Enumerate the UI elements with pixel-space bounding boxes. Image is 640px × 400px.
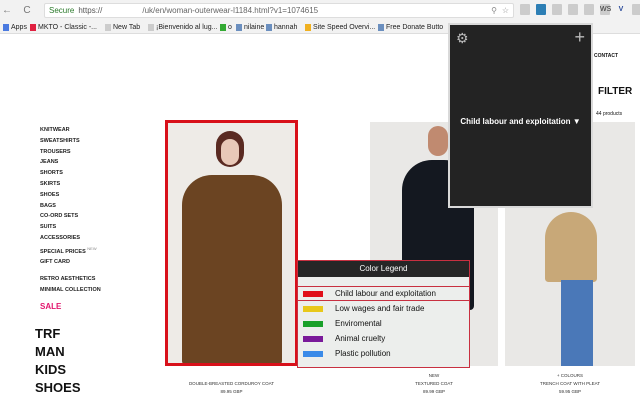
back-icon[interactable]: ← [0, 5, 14, 16]
bookmark[interactable]: ¡Bienvenido al lug... [148, 23, 217, 32]
nav-skirts[interactable]: SKIRTS [40, 179, 101, 190]
nav-accessories[interactable]: ACCESSORIES [40, 233, 101, 244]
contact-link[interactable]: CONTACT [594, 53, 618, 59]
product-caption-1[interactable]: DOUBLE-BREASTED CORDUROY COAT 89.95 GBP [165, 380, 298, 396]
category-dropdown[interactable]: Child labour and exploitation ▼ [450, 117, 591, 126]
browser-toolbar: ← C Secure https:// /uk/en/woman-outerwe… [0, 0, 640, 21]
legend-item-environmental[interactable]: Enviromental [298, 316, 469, 331]
search-icon[interactable]: ⚲ [491, 6, 497, 15]
model-face [221, 139, 239, 165]
nav-man[interactable]: MAN [35, 343, 81, 361]
v-extension-icon[interactable]: V [616, 4, 626, 15]
nav-special-prices[interactable]: SPECIAL PRICES NEW [40, 244, 101, 258]
product-image-1[interactable] [165, 120, 298, 366]
coat-image [182, 175, 282, 363]
product-name: TEXTURED COAT [415, 381, 453, 386]
ws-extension-icon[interactable]: WS [600, 4, 611, 15]
bookmark[interactable]: hannah [266, 23, 297, 32]
nav-knitwear[interactable]: KNITWEAR [40, 125, 101, 136]
product-caption-2[interactable]: NEW TEXTURED COAT 89.99 GBP [370, 372, 498, 396]
address-bar[interactable]: Secure https:// /uk/en/woman-outerwear-l… [44, 3, 514, 18]
bookmark[interactable]: New Tab [105, 23, 140, 32]
legend-item-child-labour[interactable]: Child labour and exploitation [298, 286, 469, 301]
url-prefix: https:// [78, 6, 103, 15]
category-sidebar: KNITWEAR SWEATSHIRTS TROUSERS JEANS SHOR… [40, 125, 101, 313]
legend-title: Color Legend [298, 261, 469, 277]
nav-shorts[interactable]: SHORTS [40, 168, 101, 179]
product-tag: + COLOURS [556, 373, 584, 378]
swatch [303, 305, 323, 312]
legend-item-plastic[interactable]: Plastic pollution [298, 346, 469, 361]
nav-bags[interactable]: BAGS [40, 201, 101, 212]
nav-sweatshirts[interactable]: SWEATSHIRTS [40, 136, 101, 147]
nav-coord-sets[interactable]: CO-ORD SETS [40, 211, 101, 222]
jeans-image [561, 280, 593, 366]
gear-icon[interactable]: ⚙ [456, 30, 469, 47]
product-price: 89.95 GBP [220, 389, 243, 394]
nav-jeans[interactable]: JEANS [40, 157, 101, 168]
bookmark[interactable]: Free Donate Butto [378, 23, 443, 32]
extension-icon[interactable] [552, 4, 562, 15]
legend-item-animal-cruelty[interactable]: Animal cruelty [298, 331, 469, 346]
bookmark[interactable]: o [220, 23, 232, 32]
star-icon[interactable]: ☆ [502, 6, 509, 15]
bookmark[interactable]: MKTO - Classic -... [30, 23, 97, 32]
extension-icon[interactable] [632, 4, 640, 15]
product-name: TRENCH COAT WITH PLEAT [539, 381, 600, 386]
secure-label: Secure [49, 6, 75, 15]
extension-icon[interactable] [520, 4, 530, 15]
swatch [303, 320, 323, 327]
nav-retro-aesthetics[interactable]: RETRO AESTHETICS [40, 274, 101, 285]
extension-popup: ⚙ + Child labour and exploitation ▼ [448, 23, 593, 208]
swatch [303, 335, 323, 342]
section-links: TRF MAN KIDS SHOES [35, 325, 81, 397]
nav-minimal-collection[interactable]: MINIMAL COLLECTION [40, 285, 101, 296]
filter-button[interactable]: FILTER [598, 86, 632, 97]
product-tag: NEW [428, 373, 440, 378]
product-count: 44 products [596, 111, 623, 117]
swatch [303, 290, 323, 297]
nav-trousers[interactable]: TROUSERS [40, 147, 101, 158]
nav-sale[interactable]: SALE [40, 302, 101, 313]
model-face [428, 126, 448, 156]
product-price: 59.95 GBP [558, 389, 581, 394]
color-legend: Color Legend Child labour and exploitati… [297, 260, 470, 368]
extension-icon[interactable] [568, 4, 578, 15]
nav-suits[interactable]: SUITS [40, 222, 101, 233]
nav-shoes[interactable]: SHOES [40, 190, 101, 201]
plus-icon[interactable]: + [574, 27, 585, 48]
extension-icon[interactable] [584, 4, 594, 15]
nav-kids[interactable]: KIDS [35, 361, 81, 379]
bookmark[interactable]: Site Speed Overvi... [305, 23, 375, 32]
bookmark[interactable]: nilaine [236, 23, 264, 32]
bookmark-apps[interactable]: Apps [3, 23, 27, 32]
nav-trf[interactable]: TRF [35, 325, 81, 343]
product-name: DOUBLE-BREASTED CORDUROY COAT [188, 381, 275, 386]
nav-gift-card[interactable]: GIFT CARD [40, 257, 101, 268]
legend-item-low-wages[interactable]: Low wages and fair trade [298, 301, 469, 316]
swatch [303, 350, 323, 357]
reload-icon[interactable]: C [20, 5, 34, 16]
product-price: 89.99 GBP [422, 389, 445, 394]
new-badge: NEW [87, 245, 97, 251]
product-caption-3[interactable]: + COLOURS TRENCH COAT WITH PLEAT 59.95 G… [505, 372, 635, 396]
coat-image [545, 212, 597, 282]
extension-icon[interactable] [536, 4, 546, 15]
url-text: /uk/en/woman-outerwear-l1184.html?v1=107… [142, 6, 319, 15]
nav-shoes-section[interactable]: SHOES [35, 379, 81, 397]
